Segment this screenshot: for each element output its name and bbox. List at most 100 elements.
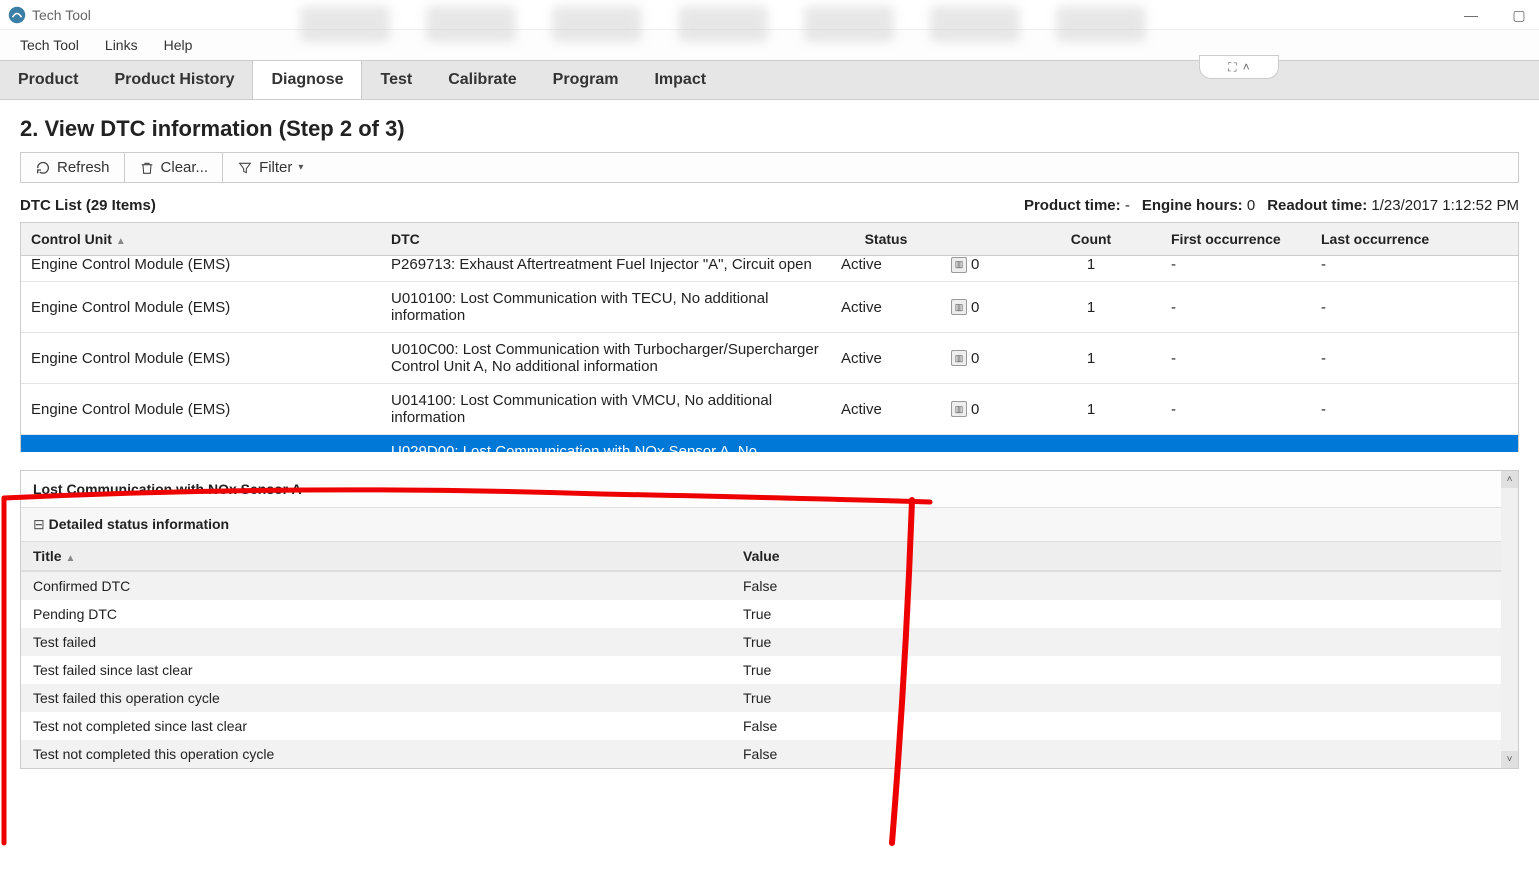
detail-cell-value: False — [731, 572, 1518, 600]
cell-first: - — [1161, 256, 1311, 281]
freeze-frame-icon: ▥ — [951, 401, 967, 417]
detail-cell-value: True — [731, 656, 1518, 684]
cell-last: - — [1311, 444, 1461, 453]
scroll-down-icon[interactable]: ˅ — [1501, 751, 1518, 768]
readout-value: 1/23/2017 1:12:52 PM — [1371, 197, 1519, 214]
cell-freeze: ▥ 0 — [941, 291, 1021, 324]
freeze-frame-icon: ▥ — [951, 299, 967, 315]
cell-control-unit: Engine Control Module (EMS) — [21, 291, 381, 324]
tab-diagnose[interactable]: Diagnose — [252, 61, 362, 99]
menu-techtool[interactable]: Tech Tool — [8, 33, 91, 57]
product-time-value: - — [1125, 197, 1130, 214]
cell-last: - — [1311, 342, 1461, 375]
table-row[interactable]: Engine Control Module (EMS)P269713: Exha… — [21, 256, 1518, 282]
filter-button[interactable]: Filter ▾ — [223, 153, 317, 182]
title-bar: Tech Tool — ▢ — [0, 0, 1539, 30]
detail-subheader[interactable]: Detailed status information — [21, 508, 1518, 542]
table-row[interactable]: Engine Control Module (EMS)U014100: Lost… — [21, 384, 1518, 435]
action-toolbar: Refresh Clear... Filter ▾ — [20, 152, 1519, 183]
tab-product[interactable]: Product — [0, 61, 96, 99]
detail-scrollbar[interactable]: ˄ ˅ — [1501, 471, 1518, 768]
table-row[interactable]: Engine Control Module (EMS)U010100: Lost… — [21, 282, 1518, 333]
col-status[interactable]: Status — [831, 223, 941, 255]
detail-cell-value: False — [731, 712, 1518, 740]
detail-title: Lost Communication with NOx Sensor A — [21, 471, 1518, 508]
cell-count: 1 — [1021, 256, 1161, 281]
maximize-button[interactable]: ▢ — [1507, 7, 1531, 24]
detail-cell-title: Pending DTC — [21, 600, 731, 628]
freeze-frame-icon: ▥ — [951, 257, 967, 273]
detail-cell-title: Test not completed since last clear — [21, 712, 731, 740]
detail-cell-title: Test failed since last clear — [21, 656, 731, 684]
dtc-table-body[interactable]: Engine Control Module (EMS)P269713: Exha… — [21, 256, 1518, 452]
clear-label: Clear... — [161, 159, 209, 176]
cell-freeze: ▥ 0 — [941, 393, 1021, 426]
tab-product-history[interactable]: Product History — [96, 61, 252, 99]
dtc-table: Control Unit▲ DTC Status Count First occ… — [20, 222, 1519, 452]
cell-freeze: ▥ 0 — [941, 342, 1021, 375]
cell-freeze: ▥ 0 — [941, 256, 1021, 281]
detail-row: Confirmed DTCFalse — [21, 572, 1518, 600]
expand-icon[interactable]: ⛶ — [1228, 60, 1236, 75]
cell-count: 1 — [1021, 291, 1161, 324]
tab-impact[interactable]: Impact — [636, 61, 724, 99]
detail-row: Test failedTrue — [21, 628, 1518, 656]
cell-dtc: U014100: Lost Communication with VMCU, N… — [381, 384, 831, 434]
cell-freeze: ▥ 0 — [941, 444, 1021, 453]
tab-calibrate[interactable]: Calibrate — [430, 61, 534, 99]
detail-cell-value: True — [731, 600, 1518, 628]
detail-cell-value: False — [731, 740, 1518, 768]
detail-cell-value: True — [731, 684, 1518, 712]
detail-col-value[interactable]: Value — [731, 542, 1518, 570]
col-dtc[interactable]: DTC — [381, 223, 831, 255]
col-control-unit[interactable]: Control Unit▲ — [21, 223, 381, 255]
menu-bar: Tech Tool Links Help — [0, 30, 1539, 60]
detail-row: Pending DTCTrue — [21, 600, 1518, 628]
cell-control-unit: Engine Control Module (EMS) — [21, 393, 381, 426]
col-first[interactable]: First occurrence — [1161, 223, 1311, 255]
dtc-table-header: Control Unit▲ DTC Status Count First occ… — [21, 223, 1518, 256]
col-last[interactable]: Last occurrence — [1311, 223, 1461, 255]
detail-cell-value: True — [731, 628, 1518, 656]
cell-status: Active — [831, 291, 941, 324]
table-row[interactable]: Engine Control Module (EMS)U010C00: Lost… — [21, 333, 1518, 384]
tab-test[interactable]: Test — [362, 61, 430, 99]
menu-help[interactable]: Help — [152, 33, 205, 57]
table-row[interactable]: Engine Control Module (EMS)U029D00: Lost… — [21, 435, 1518, 452]
tab-strip: Product Product History Diagnose Test Ca… — [0, 60, 1539, 100]
menu-links[interactable]: Links — [93, 33, 150, 57]
col-count[interactable]: Count — [1021, 223, 1161, 255]
list-header: DTC List (29 Items) Product time: - Engi… — [0, 197, 1539, 222]
tab-program[interactable]: Program — [535, 61, 637, 99]
detail-cell-title: Test failed this operation cycle — [21, 684, 731, 712]
cell-dtc: P269713: Exhaust Aftertreatment Fuel Inj… — [381, 256, 831, 281]
cell-count: 1 — [1021, 444, 1161, 453]
cell-first: - — [1161, 342, 1311, 375]
cell-first: - — [1161, 444, 1311, 453]
detail-table-body: Confirmed DTCFalsePending DTCTrueTest fa… — [21, 571, 1518, 768]
detail-row: Test not completed since last clearFalse — [21, 712, 1518, 740]
cell-control-unit: Engine Control Module (EMS) — [21, 256, 381, 281]
detail-col-title[interactable]: Title▲ — [21, 542, 731, 570]
detail-row: Test not completed this operation cycleF… — [21, 740, 1518, 768]
app-icon — [8, 6, 26, 24]
engine-hours-value: 0 — [1247, 197, 1255, 214]
sort-indicator-icon: ▲ — [66, 553, 76, 564]
freeze-frame-icon: ▥ — [951, 350, 967, 366]
app-title: Tech Tool — [32, 7, 91, 23]
cell-first: - — [1161, 291, 1311, 324]
page-title: 2. View DTC information (Step 2 of 3) — [0, 100, 1539, 152]
product-time-label: Product time: — [1024, 197, 1121, 214]
refresh-button[interactable]: Refresh — [21, 153, 125, 182]
cell-count: 1 — [1021, 393, 1161, 426]
cell-status: Active — [831, 393, 941, 426]
engine-hours-label: Engine hours: — [1142, 197, 1243, 214]
clear-button[interactable]: Clear... — [125, 153, 224, 182]
detail-cell-title: Test not completed this operation cycle — [21, 740, 731, 768]
chevron-up-icon[interactable]: ˄ — [1243, 60, 1250, 74]
minimize-button[interactable]: — — [1459, 7, 1483, 23]
cell-first: - — [1161, 393, 1311, 426]
scroll-up-icon[interactable]: ˄ — [1501, 471, 1518, 488]
tab-tool-tray: ⛶ ˄ — [1199, 55, 1279, 79]
cell-dtc: U010100: Lost Communication with TECU, N… — [381, 282, 831, 332]
